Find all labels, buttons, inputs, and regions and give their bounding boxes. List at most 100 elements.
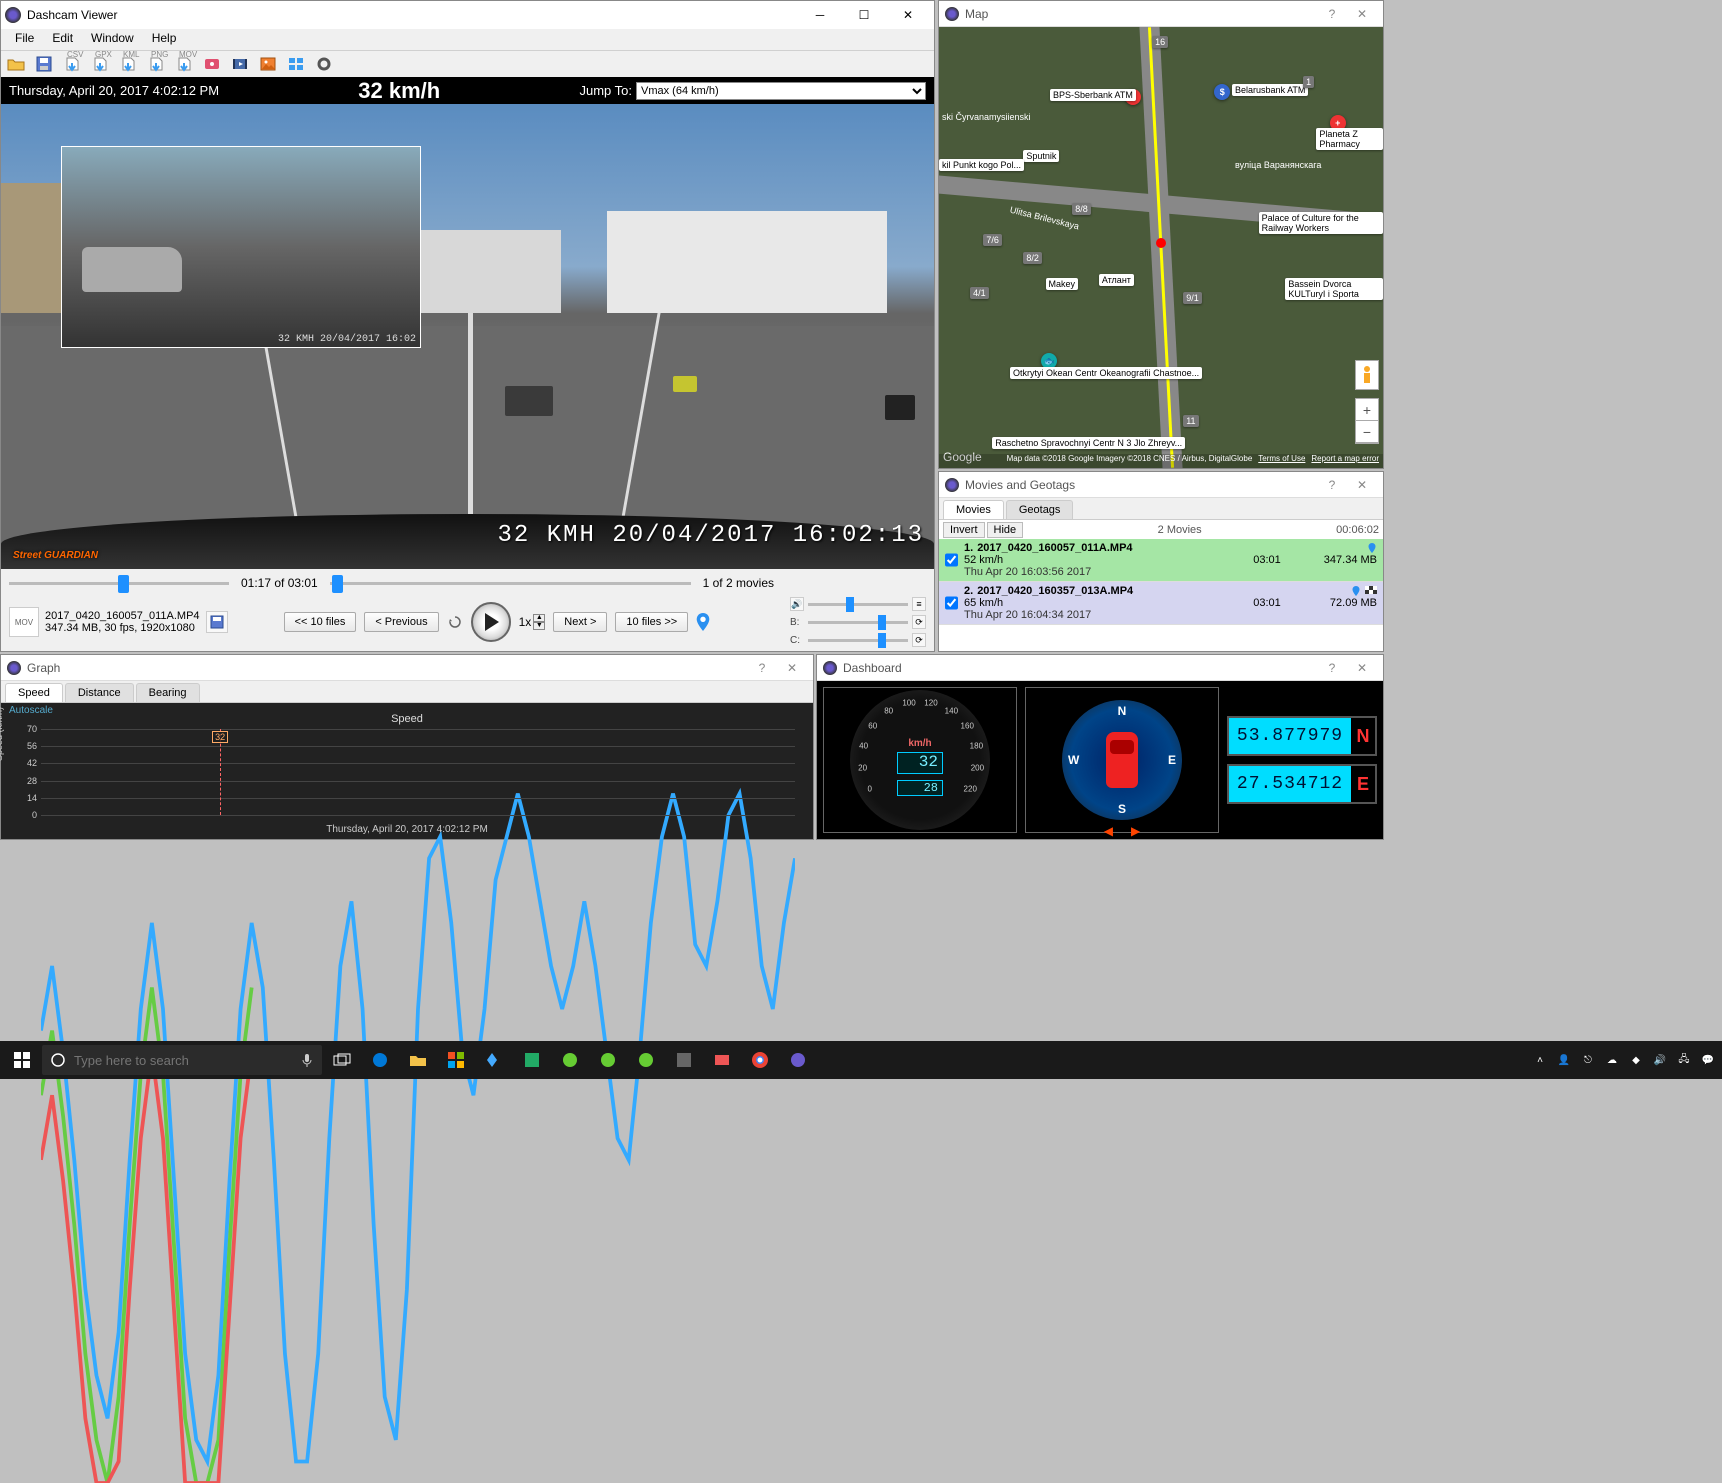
movie-checkbox[interactable] [945, 542, 958, 578]
map-poi-label[interactable]: Makey [1046, 278, 1079, 290]
tab-distance[interactable]: Distance [65, 683, 134, 702]
back-10-files-button[interactable]: << 10 files [284, 612, 357, 632]
invert-button[interactable]: Invert [943, 522, 985, 538]
record-button[interactable] [199, 53, 225, 75]
file-explorer-icon[interactable] [400, 1045, 436, 1075]
task-view-button[interactable] [324, 1045, 360, 1075]
map-poi-label[interactable]: Raschetno Spravochnyi Centr N 3 Jlo Zhre… [992, 437, 1185, 449]
contrast-slider[interactable] [808, 639, 908, 642]
street-view-pegman[interactable] [1355, 360, 1379, 390]
tab-movies[interactable]: Movies [943, 500, 1004, 519]
search-input[interactable] [74, 1053, 292, 1068]
video-viewport[interactable]: 32 KMH 20/04/2017 16:02:13 Street GUARDI… [1, 104, 934, 569]
slider-thumb[interactable] [332, 575, 343, 593]
map-poi-label[interactable]: Атлант [1099, 274, 1134, 286]
app-icon-4[interactable] [590, 1045, 626, 1075]
app-icon-7[interactable] [704, 1045, 740, 1075]
tray-people-icon[interactable]: 👤 [1554, 1050, 1574, 1070]
jump-to-select[interactable]: Vmax (64 km/h) [636, 82, 926, 100]
map-poi-label[interactable]: BPS-Sberbank ATM [1050, 89, 1136, 101]
tab-speed[interactable]: Speed [5, 683, 63, 702]
clip-button[interactable] [227, 53, 253, 75]
taskbar-search[interactable] [42, 1045, 322, 1075]
close-button[interactable]: ✕ [886, 1, 930, 29]
slider-thumb[interactable] [846, 597, 854, 612]
tray-usb-icon[interactable]: ⎋ [1578, 1050, 1598, 1070]
start-button[interactable] [4, 1045, 40, 1075]
help-button[interactable]: ? [1317, 475, 1347, 495]
menu-edit[interactable]: Edit [44, 29, 81, 50]
close-button[interactable]: ✕ [777, 658, 807, 678]
open-folder-button[interactable] [3, 53, 29, 75]
clip-slider[interactable] [9, 573, 229, 593]
maximize-button[interactable]: ☐ [842, 1, 886, 29]
brightness-slider[interactable] [808, 621, 908, 624]
next-button[interactable]: Next > [553, 612, 607, 632]
app-icon-2[interactable] [514, 1045, 550, 1075]
export-gpx-button[interactable]: GPX [87, 53, 113, 75]
replay-icon[interactable] [447, 614, 463, 630]
app-icon-5[interactable] [628, 1045, 664, 1075]
rate-spinner[interactable]: ▲▼ [533, 614, 545, 630]
mic-icon[interactable] [300, 1053, 314, 1067]
movie-list-item[interactable]: 1. 2017_0420_160057_011A.MP4 52 km/h03:0… [939, 539, 1383, 582]
tray-chevron-up-icon[interactable]: ˄ [1530, 1050, 1550, 1070]
volume-icon[interactable]: 🔊 [790, 597, 804, 611]
eq-button[interactable]: ≡ [912, 597, 926, 611]
seek-slider[interactable] [330, 573, 691, 593]
close-button[interactable]: ✕ [1347, 658, 1377, 678]
brightness-reset[interactable]: ⟳ [912, 615, 926, 629]
previous-button[interactable]: < Previous [364, 612, 438, 632]
contrast-reset[interactable]: ⟳ [912, 633, 926, 647]
menu-window[interactable]: Window [83, 29, 142, 50]
dashcam-viewer-taskbar-icon[interactable] [780, 1045, 816, 1075]
play-button[interactable] [471, 602, 511, 642]
save-button[interactable] [31, 53, 57, 75]
map-poi-label[interactable]: Planeta Z Pharmacy [1316, 128, 1383, 150]
close-button[interactable]: ✕ [1347, 475, 1377, 495]
compass-prev[interactable]: ◀ [1104, 824, 1113, 838]
tab-bearing[interactable]: Bearing [136, 683, 200, 702]
app-icon-6[interactable] [666, 1045, 702, 1075]
tray-network-icon[interactable]: 🖧 [1674, 1050, 1694, 1070]
tray-volume-icon[interactable]: 🔊 [1650, 1050, 1670, 1070]
export-png-button[interactable]: PNG [143, 53, 169, 75]
hide-button[interactable]: Hide [987, 522, 1024, 538]
map-poi-label[interactable]: Belarusbank ATM [1232, 84, 1308, 96]
picture-in-picture[interactable]: 32 KMH 20/04/2017 16:02 [61, 146, 421, 348]
map-poi-label[interactable]: Sputnik [1023, 150, 1059, 162]
zoom-out-button[interactable]: − [1356, 421, 1378, 443]
map-poi-label[interactable]: kil Punkt kogo Pol... [939, 159, 1024, 171]
settings-button[interactable] [311, 53, 337, 75]
slider-thumb[interactable] [878, 633, 886, 648]
tray-app-icon[interactable]: ◆ [1626, 1050, 1646, 1070]
slider-thumb[interactable] [878, 615, 886, 630]
map-viewport[interactable]: $ BPS-Sberbank ATM $ Belarusbank ATM + P… [939, 27, 1383, 468]
rate-up[interactable]: ▲ [533, 614, 545, 622]
chrome-icon[interactable] [742, 1045, 778, 1075]
rate-down[interactable]: ▼ [533, 622, 545, 630]
compass-next[interactable]: ▶ [1131, 824, 1140, 838]
app-icon-3[interactable] [552, 1045, 588, 1075]
minimize-button[interactable]: ─ [798, 1, 842, 29]
slider-thumb[interactable] [118, 575, 129, 593]
graph-viewport[interactable]: Autoscale Speed Speed (km/h) 01428425670… [1, 702, 813, 839]
menu-help[interactable]: Help [144, 29, 185, 50]
zoom-in-button[interactable]: + [1356, 399, 1378, 421]
app-icon-1[interactable] [476, 1045, 512, 1075]
tab-geotags[interactable]: Geotags [1006, 500, 1074, 519]
map-poi-label[interactable]: Otkrytyi Okean Centr Okeanografii Chastn… [1010, 367, 1202, 379]
edge-icon[interactable] [362, 1045, 398, 1075]
help-button[interactable]: ? [747, 658, 777, 678]
autoscale-button[interactable]: Autoscale [9, 705, 53, 716]
save-file-button[interactable] [206, 611, 228, 633]
report-error-link[interactable]: Report a map error [1311, 454, 1379, 468]
store-icon[interactable] [438, 1045, 474, 1075]
tray-notifications-icon[interactable]: 💬 [1698, 1050, 1718, 1070]
map-poi-label[interactable]: Bassein Dvorca KULTuryI i Sporta [1285, 278, 1383, 300]
help-button[interactable]: ? [1317, 658, 1347, 678]
terms-link[interactable]: Terms of Use [1258, 454, 1305, 468]
map-pin-atm[interactable]: $ [1214, 84, 1230, 100]
help-button[interactable]: ? [1317, 4, 1347, 24]
export-csv-button[interactable]: CSV [59, 53, 85, 75]
